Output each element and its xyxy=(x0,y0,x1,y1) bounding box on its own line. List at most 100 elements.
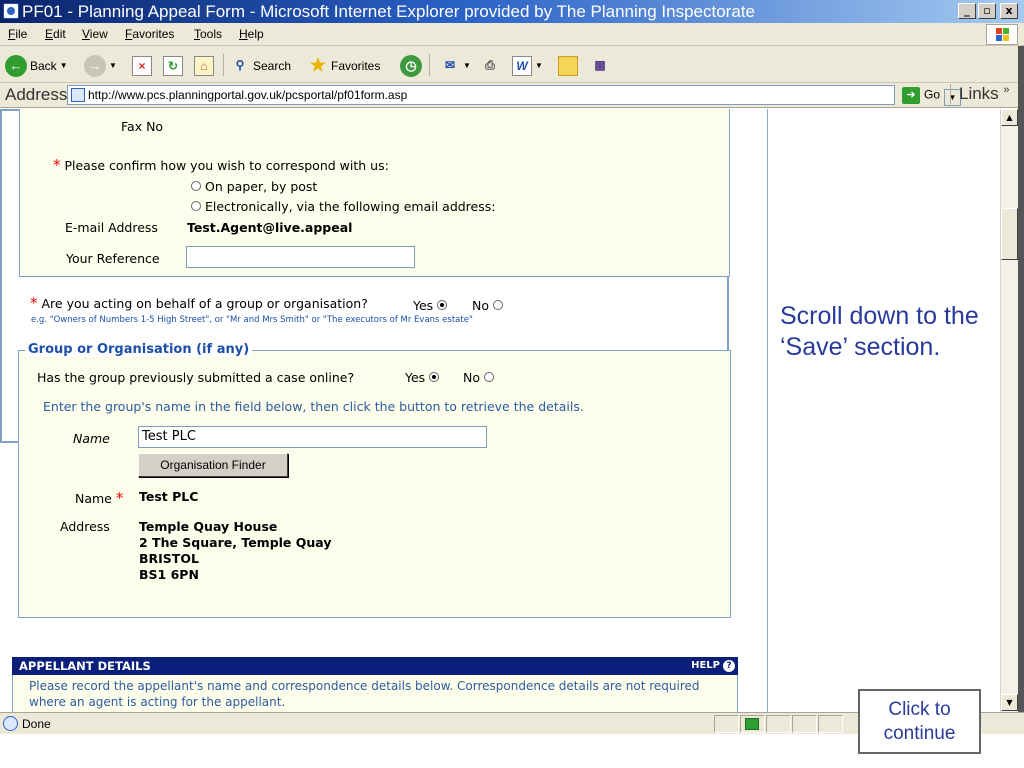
links-button[interactable]: Links » xyxy=(950,84,1010,104)
radio-email[interactable] xyxy=(191,201,201,211)
forward-dropdown-icon: ▼ xyxy=(109,60,117,70)
history-icon: ◷ xyxy=(400,54,422,77)
option-email[interactable]: Electronically, via the following email … xyxy=(191,199,495,214)
back-arrow-icon: ← xyxy=(5,54,27,77)
home-icon: ⌂ xyxy=(194,55,214,76)
appellant-body: Please record the appellant's name and c… xyxy=(12,675,738,712)
radio-group-no[interactable] xyxy=(483,372,494,382)
minimize-button[interactable]: _ xyxy=(958,3,976,19)
stop-button[interactable]: × xyxy=(132,53,152,77)
research-icon: ▩ xyxy=(594,57,606,72)
menu-file[interactable]: File xyxy=(8,27,27,41)
go-arrow-icon: ➜ xyxy=(902,87,920,104)
research-button[interactable]: ▩ xyxy=(590,53,610,77)
agent-details-panel: Fax No * Please confirm how you wish to … xyxy=(19,109,730,277)
continue-button[interactable]: Click to continue xyxy=(858,689,981,754)
radio-group-yes[interactable] xyxy=(429,372,440,382)
address-line: BS1 6PN xyxy=(139,567,199,582)
behalf-yes[interactable]: Yes xyxy=(413,298,448,313)
search-button[interactable]: ⚲ Search xyxy=(230,53,291,77)
edit-button[interactable]: W ▼ xyxy=(512,53,543,77)
organisation-finder-button[interactable]: Organisation Finder xyxy=(138,453,288,477)
radio-behalf-no[interactable] xyxy=(492,300,503,310)
appellant-header: APPELLANT DETAILS HELP ? xyxy=(12,657,738,675)
toolbar-divider xyxy=(429,54,430,76)
status-cell xyxy=(766,715,791,733)
forward-button[interactable]: → ▼ xyxy=(84,53,117,77)
form-area: Fax No * Please confirm how you wish to … xyxy=(0,109,768,712)
print-button[interactable]: ⎙ xyxy=(480,53,500,77)
menu-tools[interactable]: Tools xyxy=(194,27,222,41)
email-value: Test.Agent@live.appeal xyxy=(187,220,353,235)
window-title: PF01 - Planning Appeal Form - Microsoft … xyxy=(22,2,755,21)
folder-icon xyxy=(558,55,578,76)
behalf-no[interactable]: No xyxy=(472,298,503,313)
fax-label: Fax No xyxy=(121,119,164,134)
group-instruction: Enter the group's name in the field belo… xyxy=(43,399,584,414)
home-button[interactable]: ⌂ xyxy=(194,53,214,77)
go-button[interactable]: ➜ Go xyxy=(902,87,940,104)
result-name-label: Name * xyxy=(75,489,124,507)
group-yes[interactable]: Yes xyxy=(405,370,440,385)
reference-field[interactable] xyxy=(186,246,415,268)
group-panel: Group or Organisation (if any) Has the g… xyxy=(18,342,731,618)
mail-button[interactable]: ✉ ▼ xyxy=(440,53,471,77)
vertical-scrollbar[interactable]: ▲ ▼ xyxy=(1000,109,1018,712)
address-bar: Address http://www.pcs.planningportal.go… xyxy=(0,83,1024,108)
address-line: Temple Quay House xyxy=(139,519,278,534)
edit-icon: W xyxy=(512,55,532,76)
address-input[interactable]: http://www.pcs.planningportal.gov.uk/pcs… xyxy=(67,85,961,106)
help-icon[interactable]: ? xyxy=(723,660,735,672)
group-name-label: Name xyxy=(73,431,110,446)
required-marker: * xyxy=(30,294,38,312)
reference-label: Your Reference xyxy=(66,251,160,266)
required-marker: * xyxy=(53,156,61,174)
menu-edit[interactable]: Edit xyxy=(45,27,66,41)
group-name-field[interactable]: Test PLC xyxy=(138,426,487,448)
star-icon: ★ xyxy=(309,54,327,75)
status-text: Done xyxy=(22,717,51,731)
menu-bar: File Edit View Favorites Tools Help xyxy=(0,23,1024,46)
address-label: Address xyxy=(60,519,110,534)
address-url: http://www.pcs.planningportal.gov.uk/pcs… xyxy=(88,88,408,102)
favorites-button[interactable]: ★ Favorites xyxy=(308,53,380,77)
history-button[interactable]: ◷ xyxy=(400,53,422,77)
help-link[interactable]: HELP xyxy=(691,657,720,675)
scroll-down-icon[interactable]: ▼ xyxy=(1001,694,1018,711)
group-legend: Group or Organisation (if any) xyxy=(25,342,253,357)
appellant-description: Please record the appellant's name and c… xyxy=(29,679,700,709)
scroll-thumb[interactable] xyxy=(1001,208,1018,260)
menu-help[interactable]: Help xyxy=(239,27,264,41)
status-cell xyxy=(740,715,765,733)
radio-behalf-yes[interactable] xyxy=(437,300,448,310)
back-button[interactable]: ← Back ▼ xyxy=(5,53,68,77)
scroll-up-icon[interactable]: ▲ xyxy=(1001,109,1018,126)
toolbar: ← Back ▼ → ▼ × ↻ ⌂ ⚲ Search ★ Favorites ◷ ✉ ▼ … xyxy=(0,46,1024,83)
radio-paper[interactable] xyxy=(191,181,201,191)
tutorial-instruction: Scroll down to the ‘Save’ section. xyxy=(780,302,979,361)
menu-favorites[interactable]: Favorites xyxy=(125,27,174,41)
forward-arrow-icon: → xyxy=(84,54,106,77)
windows-logo-icon xyxy=(986,24,1018,45)
group-question: Has the group previously submitted a cas… xyxy=(37,370,355,385)
security-icon xyxy=(745,718,759,730)
address-label: Address xyxy=(5,85,68,104)
email-label: E-mail Address xyxy=(65,220,158,235)
page-done-icon xyxy=(3,716,18,731)
option-paper[interactable]: On paper, by post xyxy=(191,179,317,194)
group-no[interactable]: No xyxy=(463,370,494,385)
maximize-button[interactable]: ▫ xyxy=(978,3,996,19)
edit-dropdown-icon: ▼ xyxy=(535,60,543,70)
required-marker: * xyxy=(115,489,124,507)
toolbar-divider xyxy=(223,54,224,76)
behalf-question: * Are you acting on behalf of a group or… xyxy=(30,294,368,312)
status-cell xyxy=(818,715,843,733)
window-edge xyxy=(1018,46,1024,712)
refresh-button[interactable]: ↻ xyxy=(163,53,183,77)
address-line: BRISTOL xyxy=(139,551,199,566)
close-button[interactable]: x xyxy=(1000,3,1018,19)
print-icon: ⎙ xyxy=(485,57,495,72)
menu-view[interactable]: View xyxy=(82,27,108,41)
folder-button[interactable] xyxy=(558,53,578,77)
status-cell xyxy=(714,715,739,733)
